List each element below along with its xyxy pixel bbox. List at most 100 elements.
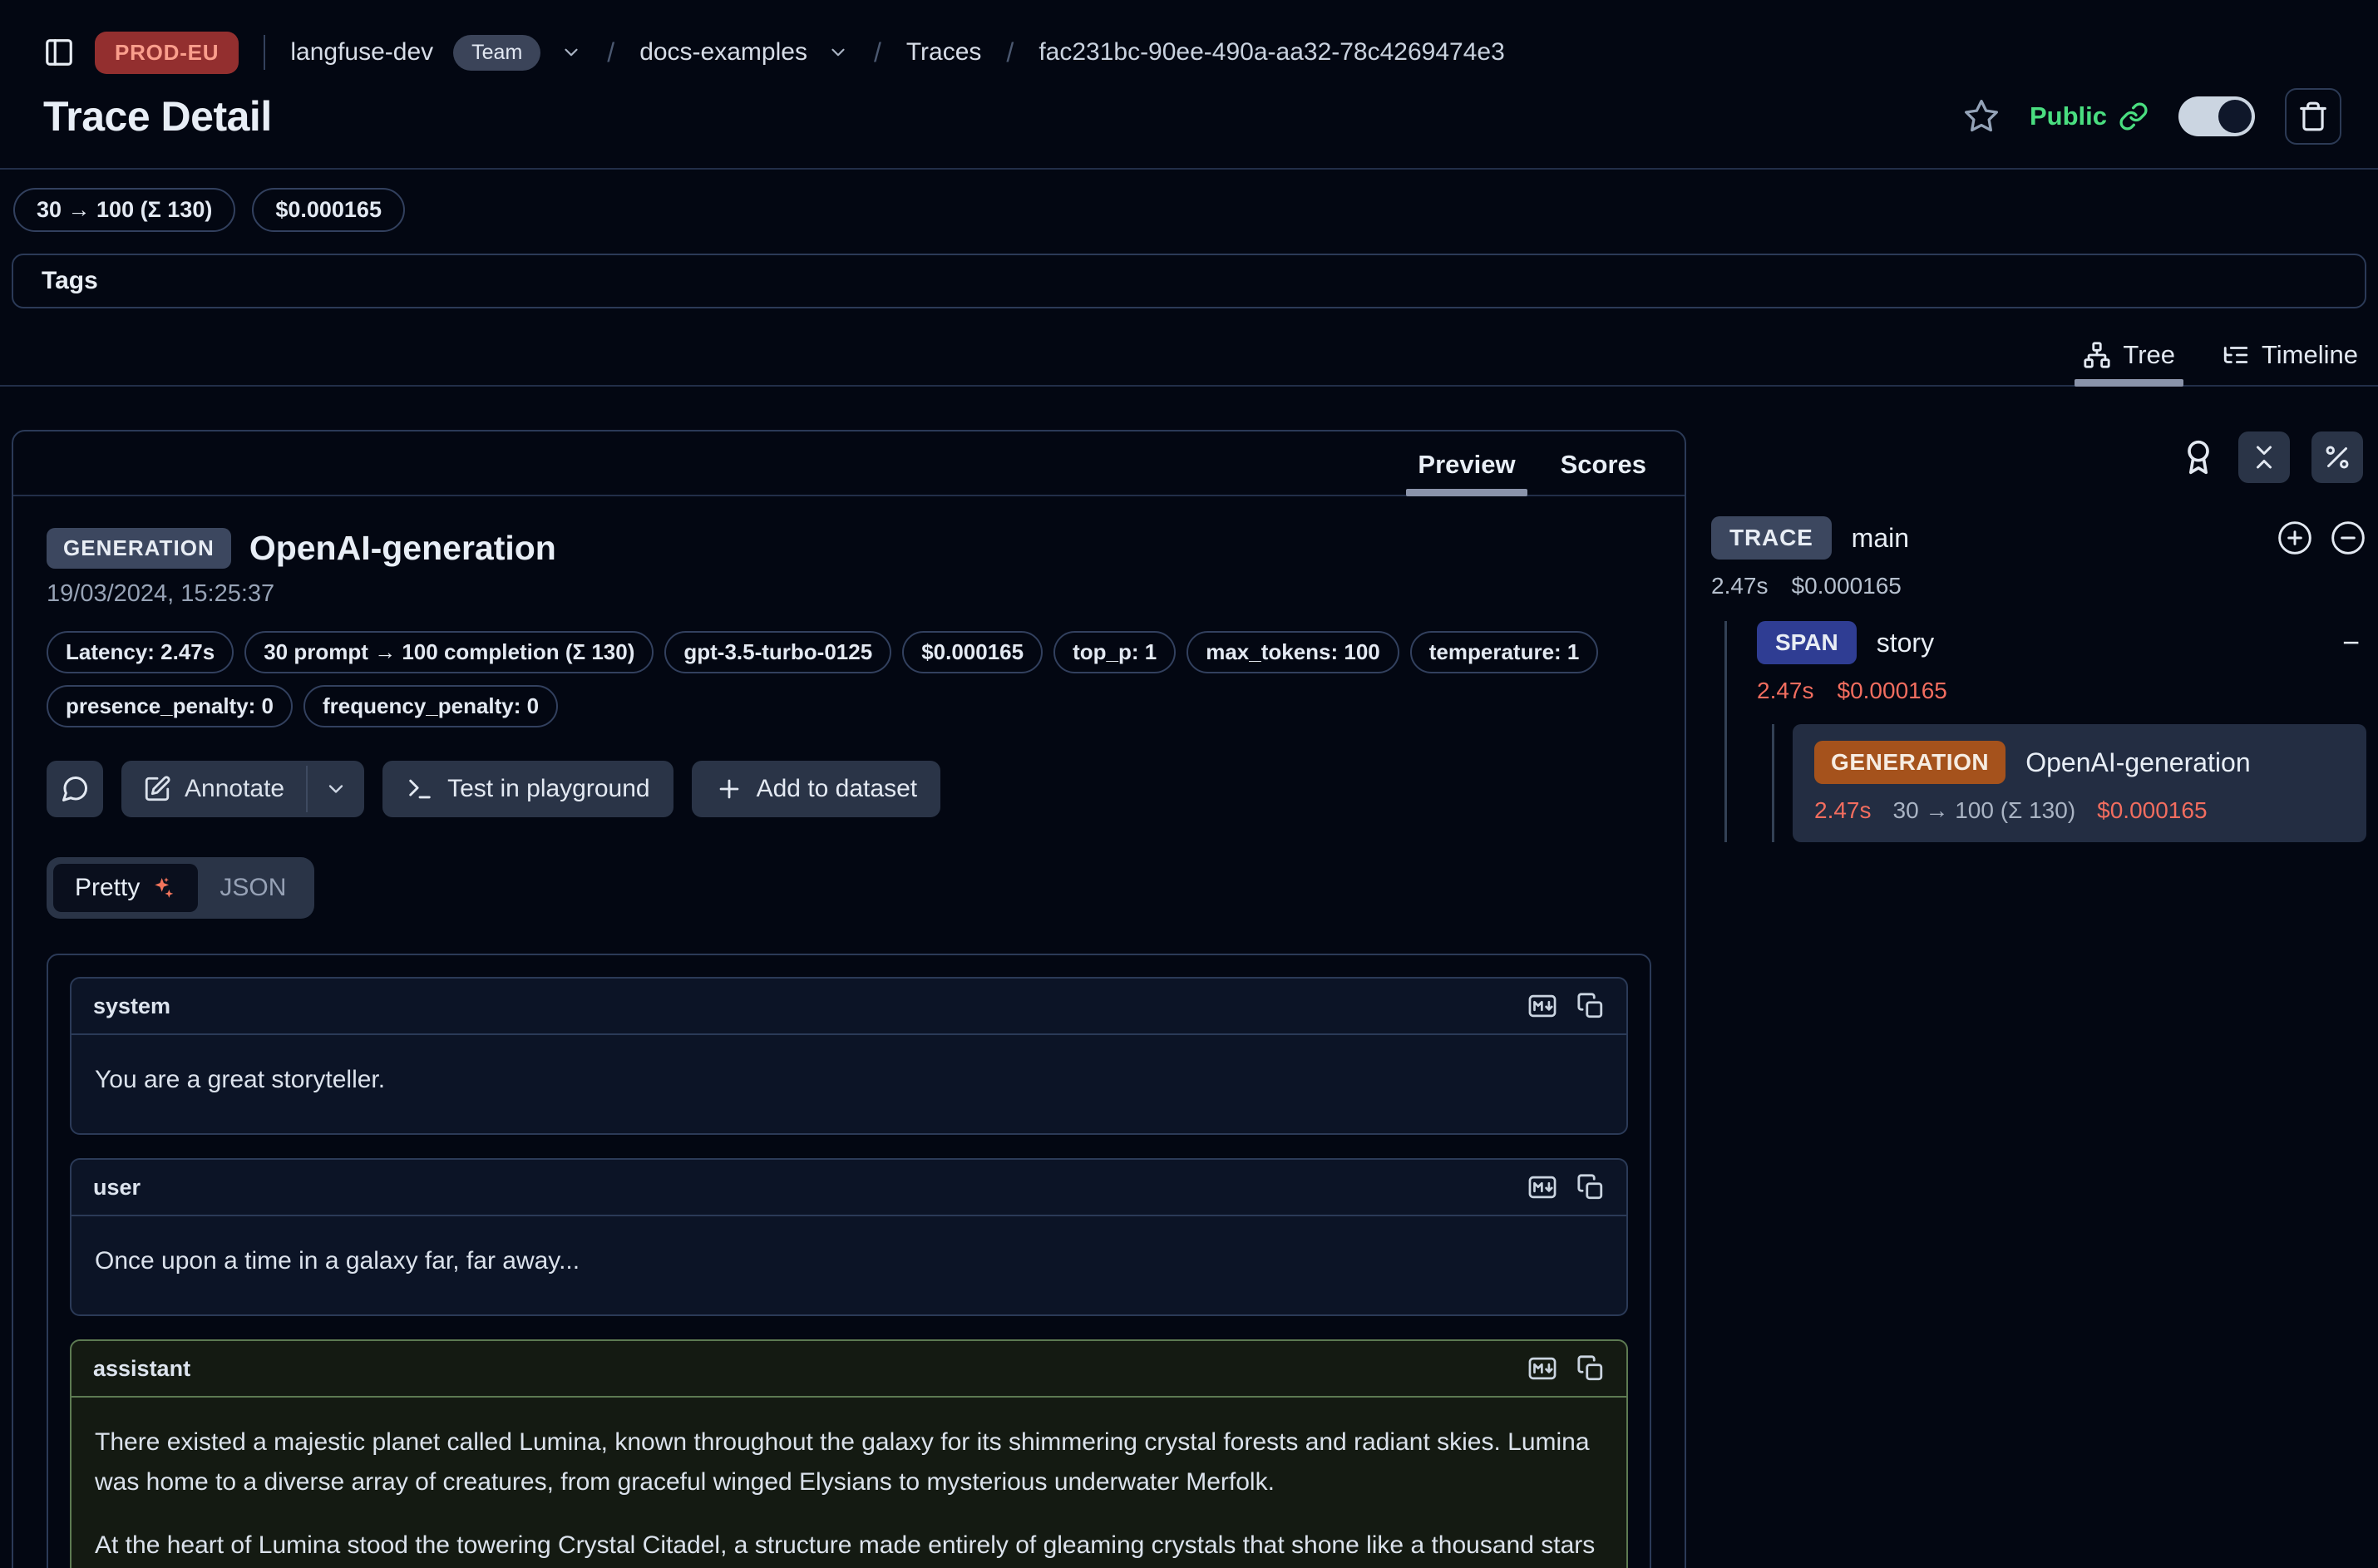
tags-box[interactable]: Tags bbox=[12, 254, 2366, 308]
plus-circle-icon[interactable] bbox=[2277, 520, 2313, 556]
latency-badge: Latency: 2.47s bbox=[47, 631, 234, 673]
breadcrumb-project[interactable]: docs-examples bbox=[639, 38, 807, 67]
environment-badge[interactable]: PROD-EU bbox=[95, 32, 239, 74]
test-in-playground-button[interactable]: Test in playground bbox=[382, 761, 673, 817]
message-content: You are a great storyteller. bbox=[72, 1035, 1626, 1133]
action-row: Annotate Test in playground Add to data bbox=[47, 761, 1651, 817]
star-icon[interactable] bbox=[1963, 98, 2000, 135]
assistant-paragraph: There existed a majestic planet called L… bbox=[95, 1423, 1603, 1502]
trace-cost-badge: $0.000165 bbox=[252, 188, 405, 232]
comment-button[interactable] bbox=[47, 761, 103, 817]
copy-button[interactable] bbox=[1576, 1173, 1605, 1201]
observation-panel: Preview Scores GENERATION OpenAI-generat… bbox=[12, 430, 1686, 1568]
annotate-button[interactable]: Annotate bbox=[121, 761, 306, 817]
markdown-icon bbox=[1527, 1353, 1558, 1384]
breadcrumb-separator: / bbox=[602, 37, 619, 68]
pretty-label: Pretty bbox=[75, 874, 140, 902]
span-cost: $0.000165 bbox=[1838, 678, 1947, 704]
breadcrumb: PROD-EU langfuse-dev Team / docs-example… bbox=[0, 0, 2378, 80]
test-in-playground-label: Test in playground bbox=[447, 775, 650, 803]
comment-icon bbox=[60, 774, 90, 804]
trace-latency: 2.47s bbox=[1711, 573, 1769, 599]
trace-detail-page: PROD-EU langfuse-dev Team / docs-example… bbox=[0, 0, 2378, 1568]
span-collapse-toggle[interactable]: − bbox=[2342, 628, 2360, 658]
message-card-assistant: assistant There existed bbox=[70, 1339, 1628, 1568]
message-tools bbox=[1527, 1353, 1605, 1384]
public-toggle[interactable] bbox=[2178, 96, 2255, 136]
markdown-icon bbox=[1527, 1171, 1558, 1203]
frequency-penalty-badge: frequency_penalty: 0 bbox=[303, 685, 558, 727]
tab-timeline[interactable]: Timeline bbox=[2222, 340, 2358, 372]
span-name: story bbox=[1877, 628, 1934, 658]
collapse-all-button[interactable] bbox=[2238, 431, 2290, 483]
trace-stats: 30 → 100 (Σ 130) $0.000165 bbox=[0, 170, 2378, 232]
message-header: assistant bbox=[72, 1341, 1626, 1398]
top-p-badge: top_p: 1 bbox=[1053, 631, 1176, 673]
chevron-down-icon bbox=[324, 777, 348, 801]
markdown-toggle-button[interactable] bbox=[1527, 1171, 1558, 1203]
minus-circle-icon[interactable] bbox=[2330, 520, 2366, 556]
tab-preview[interactable]: Preview bbox=[1418, 450, 1515, 480]
span-latency: 2.47s bbox=[1757, 678, 1814, 704]
annotate-dropdown-button[interactable] bbox=[308, 761, 364, 817]
tree-node-span[interactable]: SPAN story − bbox=[1757, 621, 2366, 664]
trace-tree-panel: TRACE main 2.47s $0.000165 SPAN bbox=[1711, 430, 2366, 842]
trace-name: main bbox=[1852, 523, 1909, 554]
assistant-paragraph: At the heart of Lumina stood the towerin… bbox=[95, 1526, 1603, 1568]
message-header: user bbox=[72, 1160, 1626, 1216]
breadcrumb-org[interactable]: langfuse-dev bbox=[290, 38, 433, 67]
copy-button[interactable] bbox=[1576, 1354, 1605, 1383]
markdown-toggle-button[interactable] bbox=[1527, 1353, 1558, 1384]
org-type-badge: Team bbox=[453, 35, 540, 71]
panel-left-icon[interactable] bbox=[43, 37, 75, 68]
generation-name: OpenAI-generation bbox=[2025, 747, 2250, 778]
message-content: There existed a majestic planet called L… bbox=[72, 1398, 1626, 1568]
plus-icon bbox=[715, 775, 743, 803]
copy-icon bbox=[1576, 1173, 1605, 1201]
generation-metrics: 2.47s 30 → 100 (Σ 130) $0.000165 bbox=[1814, 797, 2345, 824]
trace-token-usage-badge: 30 → 100 (Σ 130) bbox=[13, 188, 235, 232]
markdown-toggle-button[interactable] bbox=[1527, 990, 1558, 1022]
markdown-icon bbox=[1527, 990, 1558, 1022]
generation-type-badge: GENERATION bbox=[1814, 741, 2006, 784]
delete-trace-button[interactable] bbox=[2285, 88, 2341, 145]
panel-tabs: Preview Scores bbox=[13, 431, 1685, 496]
tab-scores[interactable]: Scores bbox=[1561, 450, 1646, 480]
public-share-link[interactable]: Public bbox=[2030, 101, 2149, 131]
tab-tree[interactable]: Tree bbox=[2083, 340, 2175, 372]
message-role: assistant bbox=[93, 1356, 190, 1382]
percent-view-button[interactable] bbox=[2311, 431, 2363, 483]
view-tabs: Tree Timeline bbox=[0, 308, 2378, 387]
model-badge[interactable]: gpt-3.5-turbo-0125 bbox=[664, 631, 891, 673]
add-to-dataset-button[interactable]: Add to dataset bbox=[692, 761, 940, 817]
message-card-user: user Once upon a time in a galaxy far, bbox=[70, 1158, 1628, 1316]
breadcrumb-divider bbox=[264, 35, 265, 70]
breadcrumb-trace-id: fac231bc-90ee-490a-aa32-78c4269474e3 bbox=[1039, 38, 1504, 67]
annotate-split-button: Annotate bbox=[121, 761, 364, 817]
observation-type-badge: GENERATION bbox=[47, 528, 231, 569]
max-tokens-badge: max_tokens: 100 bbox=[1187, 631, 1399, 673]
content: Preview Scores GENERATION OpenAI-generat… bbox=[12, 430, 2366, 1568]
sparkles-icon bbox=[150, 875, 176, 901]
message-tools bbox=[1527, 1171, 1605, 1203]
tree-icon bbox=[2083, 341, 2111, 369]
messages-container: system You are a great storyteller. bbox=[47, 954, 1651, 1568]
chevron-down-icon[interactable] bbox=[827, 42, 849, 63]
span-children: GENERATION OpenAI-generation 2.47s 30 → … bbox=[1772, 724, 2366, 842]
json-toggle-button[interactable]: JSON bbox=[198, 864, 308, 912]
pretty-toggle-button[interactable]: Pretty bbox=[53, 864, 198, 912]
tree-node-generation-selected[interactable]: GENERATION OpenAI-generation 2.47s 30 → … bbox=[1793, 724, 2366, 842]
message-tools bbox=[1527, 990, 1605, 1022]
copy-button[interactable] bbox=[1576, 992, 1605, 1020]
chevron-down-icon[interactable] bbox=[560, 42, 582, 63]
message-role: user bbox=[93, 1175, 141, 1201]
breadcrumb-traces[interactable]: Traces bbox=[906, 38, 982, 67]
award-icon[interactable] bbox=[2180, 439, 2217, 476]
generation-cost: $0.000165 bbox=[2097, 797, 2207, 824]
message-card-system: system You are a great storyteller. bbox=[70, 977, 1628, 1135]
tree-node-trace[interactable]: TRACE main bbox=[1711, 516, 2366, 560]
generation-tokens: 30 → 100 (Σ 130) bbox=[1893, 797, 2076, 824]
title-row: Trace Detail Public bbox=[0, 80, 2378, 170]
observation-badges: Latency: 2.47s 30 prompt → 100 completio… bbox=[47, 631, 1651, 727]
observation-body: GENERATION OpenAI-generation 19/03/2024,… bbox=[13, 496, 1685, 1568]
